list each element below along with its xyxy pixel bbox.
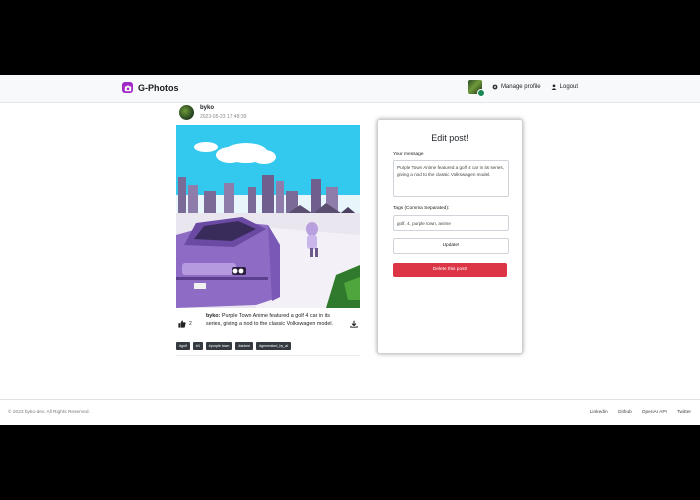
- camera-icon: [122, 82, 133, 93]
- edit-post-form: Edit post! Your message Purple Town Anim…: [377, 119, 523, 354]
- footer: © 2023 byko-dev. All Rights Reserved. Li…: [0, 399, 700, 425]
- footer-link-twitter[interactable]: Twitter: [677, 410, 691, 415]
- footer-link-github[interactable]: Github: [618, 410, 632, 415]
- copyright: © 2023 byko-dev. All Rights Reserved.: [8, 410, 90, 415]
- post-avatar[interactable]: [179, 105, 194, 120]
- like-button[interactable]: 2: [178, 320, 192, 328]
- app-viewport: G-Photos Manage profile Logout byko 2023…: [0, 75, 700, 425]
- logout-link[interactable]: Logout: [551, 84, 578, 90]
- manage-profile-link[interactable]: Manage profile: [492, 84, 541, 90]
- tags-label: Tags (Comma Separated):: [393, 206, 450, 211]
- edit-title: Edit post!: [431, 133, 469, 143]
- post-image[interactable]: [176, 125, 360, 308]
- tag-list: #golf #4 #purple town #anime #generated_…: [176, 342, 291, 350]
- tags-input[interactable]: golf, 4, purple town, anime: [393, 215, 509, 231]
- logout-label: Logout: [559, 84, 578, 90]
- message-label: Your message: [393, 152, 424, 157]
- caption-text: Purple Town Anime featured a golf 4 car …: [206, 313, 334, 327]
- thumbs-up-icon: [178, 320, 186, 328]
- caption-username: byko:: [206, 313, 221, 319]
- gear-icon: [492, 84, 498, 90]
- footer-link-linkedin[interactable]: Linkedin: [590, 410, 608, 415]
- download-icon[interactable]: [350, 320, 358, 328]
- navbar: G-Photos Manage profile Logout: [0, 75, 700, 103]
- online-status-icon: [476, 89, 485, 97]
- avatar[interactable]: [467, 80, 485, 97]
- tag-badge[interactable]: #anime: [235, 342, 254, 350]
- post-date: 2023-05-23 17:48:39: [200, 114, 247, 120]
- post-caption: byko: Purple Town Anime featured a golf …: [206, 312, 342, 328]
- tag-badge[interactable]: #purple town: [205, 342, 233, 350]
- tag-badge[interactable]: #generated_by_ai: [256, 342, 291, 350]
- user-icon: [551, 84, 557, 90]
- tag-badge[interactable]: #4: [192, 342, 203, 350]
- brand[interactable]: G-Photos: [122, 82, 179, 93]
- divider: [176, 355, 360, 356]
- nav-right: Manage profile Logout: [467, 80, 578, 97]
- post-card: byko 2023-05-23 17:48:39 2 byko: Purple …: [176, 105, 360, 356]
- delete-post-button[interactable]: Delete this post!: [393, 263, 507, 277]
- footer-links: Linkedin Github OpenAI API Twitter: [590, 410, 691, 415]
- message-textarea[interactable]: Purple Town Anime featured a golf 4 car …: [393, 160, 509, 197]
- post-header: byko 2023-05-23 17:48:39: [176, 105, 360, 123]
- post-username[interactable]: byko: [200, 105, 214, 111]
- manage-profile-label: Manage profile: [500, 84, 541, 90]
- like-count: 2: [189, 321, 192, 327]
- brand-name: G-Photos: [138, 82, 179, 93]
- update-button[interactable]: Update!: [393, 238, 509, 254]
- tag-badge[interactable]: #golf: [176, 342, 190, 350]
- footer-link-openai-api[interactable]: OpenAI API: [642, 410, 667, 415]
